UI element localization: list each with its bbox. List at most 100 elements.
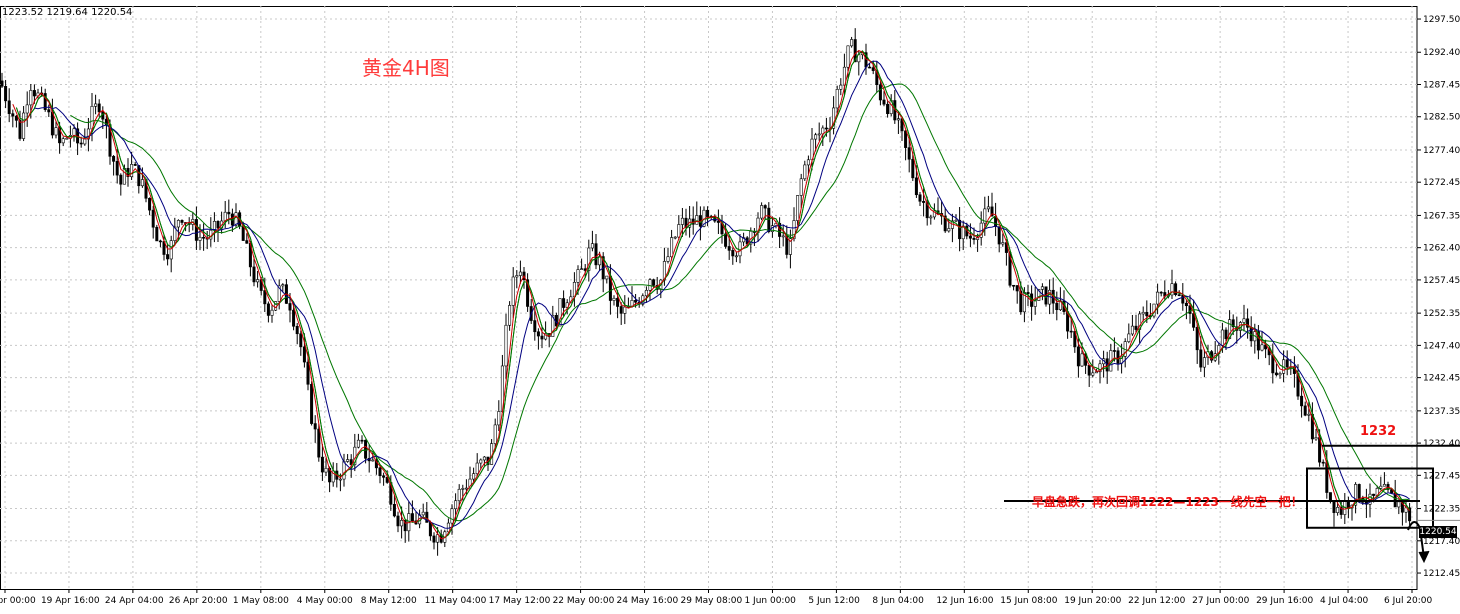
candle-body — [914, 177, 918, 196]
candle-body — [313, 423, 317, 430]
candle-body — [1091, 372, 1095, 376]
y-tick-label: 1252.35 — [1423, 309, 1460, 319]
candle-body — [79, 142, 83, 145]
candle-body — [1300, 395, 1304, 407]
y-tick-label: 1217.40 — [1423, 537, 1460, 547]
candle-body — [493, 424, 497, 444]
candle-body — [1177, 294, 1181, 296]
candle-body — [119, 174, 123, 185]
candle-body — [738, 241, 742, 257]
candle-body — [338, 478, 342, 481]
candle-body — [281, 284, 285, 287]
candle-body — [781, 235, 785, 238]
candle-body — [590, 243, 594, 249]
candle-body — [673, 236, 677, 239]
x-tick-label: 1 Jun 00:00 — [744, 596, 796, 606]
candle-body — [1112, 350, 1116, 352]
ma-slow-line — [15, 50, 1411, 538]
candle-body — [25, 104, 29, 114]
x-tick-label: 22 May 00:00 — [553, 596, 615, 606]
candle-body — [1260, 344, 1264, 351]
y-tick-label: 1272.45 — [1423, 178, 1460, 188]
candle-body — [378, 467, 382, 477]
candle-body — [652, 279, 656, 286]
ma-fast-line — [12, 49, 1410, 540]
candle-body — [216, 221, 220, 229]
candle-body — [666, 256, 670, 262]
y-tick-label: 1297.50 — [1423, 15, 1460, 25]
candle-body — [130, 164, 134, 178]
candle-body — [1015, 285, 1019, 292]
candle-body — [904, 130, 908, 148]
candle-body — [986, 206, 990, 210]
y-tick-label: 1257.45 — [1423, 276, 1460, 286]
candle-body — [4, 86, 8, 102]
candle-body — [11, 113, 15, 117]
candle-body — [461, 488, 465, 490]
candle-body — [432, 535, 436, 543]
candle-body — [288, 303, 292, 311]
candle-body — [997, 226, 1001, 245]
candle-body — [306, 361, 310, 385]
candle-body — [194, 219, 198, 241]
candle-body — [364, 439, 368, 459]
x-tick-label: 19 Jun 20:00 — [1064, 596, 1121, 606]
candle-body — [1184, 302, 1188, 307]
candle-body — [511, 276, 515, 306]
candle-body — [846, 45, 850, 68]
candle-body — [482, 456, 486, 461]
candle-body — [1224, 329, 1228, 340]
x-tick-label: 8 May 12:00 — [361, 596, 417, 606]
candle-body — [518, 271, 522, 276]
candle-body — [1145, 311, 1149, 317]
candle-body — [137, 165, 141, 187]
candle-body — [958, 219, 962, 240]
candle-body — [1116, 350, 1120, 364]
candle-body — [371, 459, 375, 462]
y-tick-label: 1292.40 — [1423, 48, 1460, 58]
candle-body — [410, 513, 414, 522]
candle-body — [1195, 327, 1199, 351]
candle-body — [29, 90, 33, 106]
candle-body — [148, 197, 152, 211]
candle-body — [22, 112, 26, 139]
candle-body — [1199, 349, 1203, 368]
candle-body — [580, 268, 584, 271]
candle-body — [630, 300, 634, 307]
candle-body — [1094, 371, 1098, 374]
x-tick-label: 26 Apr 20:00 — [169, 596, 228, 606]
candle-body — [14, 115, 18, 121]
candle-body — [32, 90, 36, 97]
candle-body — [166, 254, 170, 260]
candle-body — [1087, 365, 1091, 376]
candle-body — [1127, 333, 1131, 342]
candle-body — [202, 236, 206, 239]
candle-body — [839, 84, 843, 90]
candle-body — [540, 335, 544, 340]
y-tick-label: 1212.45 — [1423, 569, 1460, 579]
candle-body — [922, 200, 926, 203]
candle-body — [724, 233, 728, 247]
candle-body — [763, 205, 767, 209]
candle-body — [169, 240, 173, 260]
candle-body — [824, 127, 828, 130]
y-tick-label: 1277.40 — [1423, 146, 1460, 156]
y-tick-label: 1247.40 — [1423, 341, 1460, 351]
candle-body — [533, 320, 537, 333]
candle-body — [1346, 501, 1350, 509]
candle-body — [504, 324, 508, 367]
candle-body — [270, 309, 274, 316]
candle-body — [878, 84, 882, 101]
candle-body — [1357, 484, 1361, 499]
candle-body — [1159, 291, 1163, 294]
x-tick-label: 12 Jun 16:00 — [936, 596, 993, 606]
candle-body — [1202, 357, 1206, 368]
candle-body — [133, 164, 137, 166]
y-tick-label: 1232.40 — [1423, 439, 1460, 449]
candle-body — [1382, 484, 1386, 487]
moving-average-fast — [12, 49, 1410, 540]
candle-body — [868, 66, 872, 69]
candle-body — [623, 306, 627, 314]
candle-body — [464, 487, 468, 490]
candle-body — [176, 220, 180, 228]
